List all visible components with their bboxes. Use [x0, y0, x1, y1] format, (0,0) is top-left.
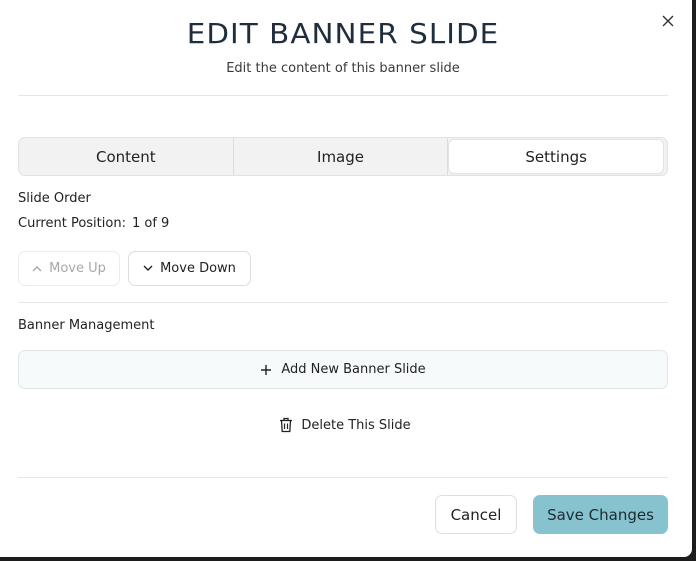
- add-banner-slide-button[interactable]: Add New Banner Slide: [18, 350, 668, 389]
- move-up-label: Move Up: [49, 261, 106, 276]
- save-changes-button[interactable]: Save Changes: [533, 495, 668, 534]
- current-position: Current Position: 1 of 9: [18, 216, 169, 231]
- trash-icon: [279, 417, 293, 433]
- tab-bar: Content Image Settings: [18, 137, 668, 176]
- move-down-button[interactable]: Move Down: [128, 251, 251, 286]
- delete-slide-label: Delete This Slide: [301, 417, 411, 433]
- move-down-label: Move Down: [160, 261, 236, 276]
- dialog-subtitle: Edit the content of this banner slide: [226, 61, 460, 76]
- tab-image[interactable]: Image: [234, 138, 449, 175]
- slide-order-heading: Slide Order: [18, 191, 91, 206]
- dialog-title: EDIT BANNER SLIDE: [186, 17, 500, 50]
- banner-management-heading: Banner Management: [18, 318, 155, 333]
- chevron-up-icon: [32, 265, 42, 272]
- current-position-label: Current Position:: [18, 216, 126, 231]
- delete-slide-button[interactable]: Delete This Slide: [270, 413, 420, 437]
- footer-divider: [18, 477, 668, 478]
- edit-banner-dialog: EDIT BANNER SLIDE Edit the content of th…: [0, 0, 692, 557]
- chevron-down-icon: [143, 265, 153, 272]
- header-divider: [18, 95, 668, 96]
- move-up-button[interactable]: Move Up: [18, 251, 120, 286]
- section-divider: [18, 302, 668, 303]
- plus-icon: [260, 364, 272, 376]
- tab-content[interactable]: Content: [19, 138, 234, 175]
- tab-settings[interactable]: Settings: [448, 139, 665, 174]
- cancel-button[interactable]: Cancel: [435, 495, 517, 534]
- add-banner-slide-label: Add New Banner Slide: [281, 362, 426, 377]
- current-position-value: 1 of 9: [131, 216, 170, 231]
